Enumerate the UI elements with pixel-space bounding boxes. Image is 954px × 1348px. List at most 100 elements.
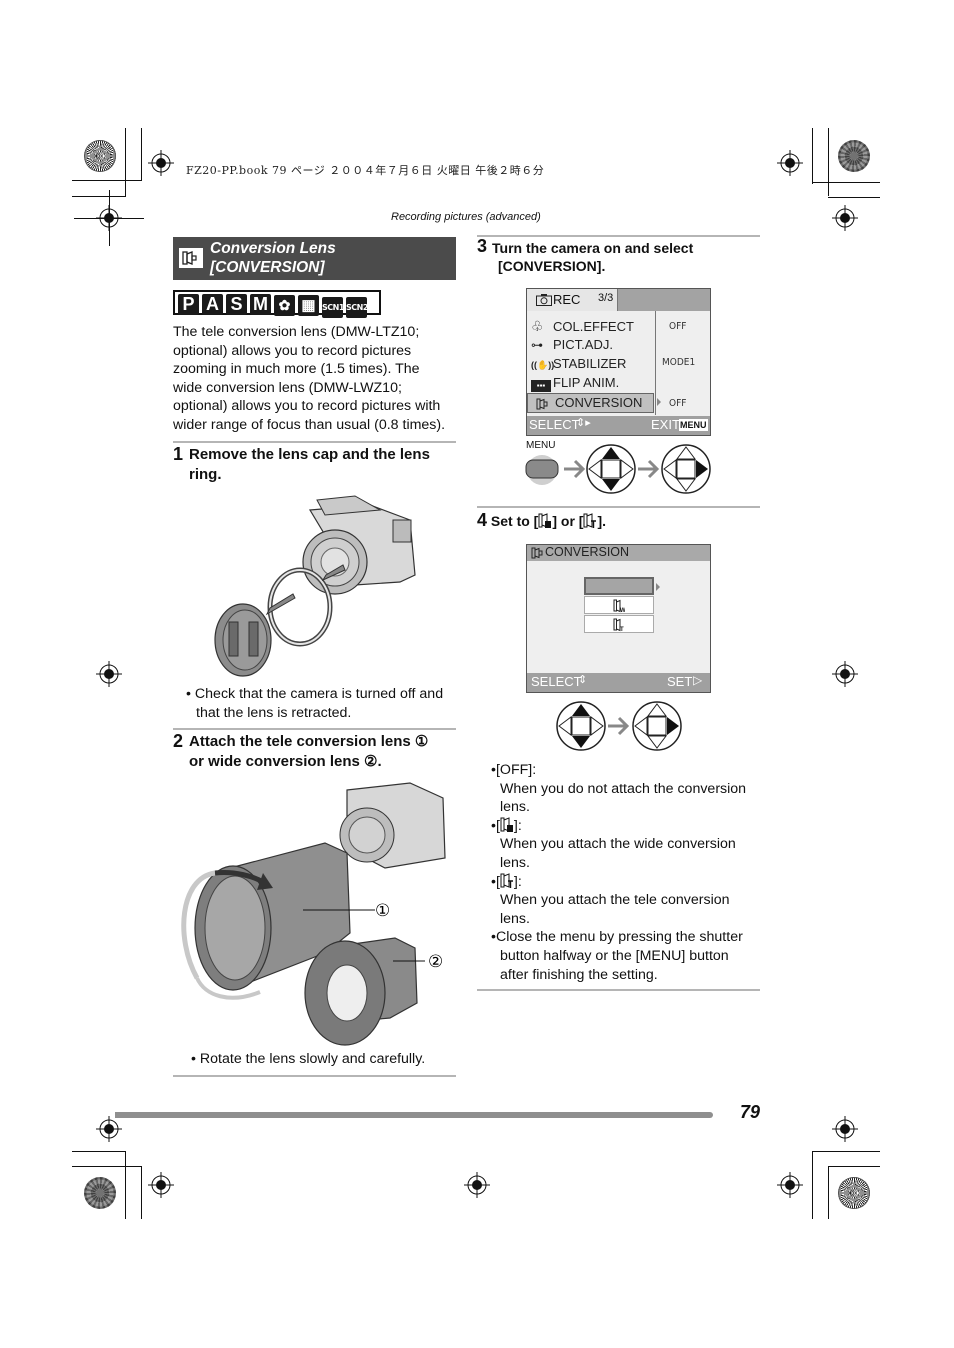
menu-item-stabilizer[interactable]: ((✋))STABILIZER	[531, 356, 626, 371]
step-2: 2 Attach the tele conversion lens ① or w…	[173, 731, 463, 772]
up-down-icon: ⇕	[578, 674, 588, 686]
intro-line: wider range of focus than usual (0.8 tim…	[173, 416, 446, 433]
svg-text:W: W	[620, 608, 625, 613]
cursor-pad-right-icon	[661, 444, 711, 494]
callout-1: ①	[375, 901, 390, 921]
step-text: Remove the lens cap and the lens	[189, 446, 430, 463]
section-title-line1: Conversion Lens	[210, 240, 336, 257]
conversion-menu-header: CONVERSION	[527, 545, 710, 561]
step-number: 1	[173, 444, 184, 464]
note-text: that the lens is retracted.	[196, 704, 352, 721]
divider	[173, 441, 456, 443]
registration-mark-icon	[96, 661, 122, 687]
registration-mark-icon	[148, 1172, 174, 1198]
menu-button-icon	[525, 459, 559, 479]
conversion-lens-icon	[536, 398, 548, 410]
menu-item-label: PICT.ADJ.	[553, 337, 613, 352]
note-wide: •[]: When you attach the wide conversion…	[491, 817, 766, 873]
registration-mark-icon	[96, 1116, 122, 1142]
step-text: [CONVERSION].	[498, 258, 606, 274]
print-file-header: FZ20-PP.book 79 ページ ２００４年７月６日 火曜日 午後２時６分	[186, 164, 545, 177]
step-text: or wide conversion lens ②.	[189, 753, 382, 770]
flip-anim-icon: ▪▪▪	[531, 380, 551, 392]
attach-conversion-lens-illustration: ① ②	[181, 782, 446, 1046]
note-body: lens.	[500, 854, 530, 871]
intro-line: optional) allows you to record pictures …	[173, 398, 441, 415]
crop-line	[141, 128, 142, 180]
menu-item-value: OFF	[669, 321, 687, 332]
wide-option[interactable]: W	[584, 596, 654, 614]
rec-menu-footer: SELECT ⇕▸ EXIT MENU	[527, 416, 710, 435]
stabilizer-icon: ((✋))	[531, 360, 555, 370]
intro-line: optional) allows you to record pictures	[173, 342, 412, 359]
registration-rosette-icon	[838, 140, 870, 172]
note-body: button halfway or the [MENU] button	[500, 947, 729, 964]
menu-item-conversion[interactable]: CONVERSION	[527, 393, 654, 413]
note-text: Rotate the lens slowly and carefully.	[199, 1051, 426, 1067]
intro-paragraph: The tele conversion lens (DMW-LTZ10; opt…	[173, 323, 463, 435]
callout-2: ②	[428, 952, 443, 972]
registration-mark-icon	[777, 1172, 803, 1198]
off-option[interactable]	[584, 577, 654, 595]
step4-controls-illustration	[556, 701, 682, 751]
option-notes: • [OFF]: When you do not attach the conve…	[491, 761, 766, 984]
scene2-icon: SCN2	[346, 297, 368, 318]
note-body: lens.	[500, 799, 530, 816]
menu-item-value: OFF	[669, 398, 687, 409]
menu-item-pict-adj[interactable]: ⊶ PICT.ADJ.	[531, 337, 613, 352]
divider	[173, 1075, 456, 1077]
intro-line: zooming in much more (1.5 times). The	[173, 361, 420, 378]
note-off: •[OFF]: When you do not attach the conve…	[491, 761, 766, 817]
wide-conversion-icon	[538, 513, 552, 528]
cursor-pad-right-icon	[632, 701, 682, 751]
step-number: 4	[477, 510, 488, 530]
shutter-priority-icon: S	[226, 294, 247, 315]
conversion-menu-screen: CONVERSION W T SELECT ⇕ SET ▷	[526, 544, 711, 693]
section-title-line2: [CONVERSION]	[210, 259, 325, 276]
note-head: [OFF]:	[495, 762, 537, 778]
note-text: Check that the camera is turned off and	[194, 686, 444, 702]
menu-item-flip-anim[interactable]: ▪▪▪ FLIP ANIM.	[531, 375, 619, 392]
exit-label: EXIT	[651, 417, 680, 432]
tele-option[interactable]: T	[584, 615, 654, 633]
divider	[477, 989, 760, 991]
step-4: 4 Set to [] or [].	[477, 510, 607, 530]
remove-lens-cap-illustration	[214, 495, 416, 677]
step-3: 3 Turn the camera on and select [CONVERS…	[477, 236, 767, 275]
page-number: 79	[740, 1102, 761, 1122]
registration-mark-icon	[777, 150, 803, 176]
bullet: •	[191, 1051, 200, 1067]
rec-tab[interactable]: REC 3/3	[527, 289, 618, 311]
menu-item-col-effect[interactable]: ♧ COL.EFFECT	[531, 318, 634, 335]
registration-mark-icon	[832, 1116, 858, 1142]
program-mode-icon: P	[178, 294, 199, 315]
conversion-menu-title: CONVERSION	[545, 545, 630, 559]
note-body: after finishing the setting.	[500, 966, 658, 983]
step-2-note: • Rotate the lens slowly and carefully.	[191, 1050, 425, 1069]
bullet: •	[186, 686, 195, 702]
menu-badge: MENU	[679, 419, 708, 431]
cursor-pad-up-down-icon	[586, 444, 636, 494]
crop-line	[125, 128, 126, 196]
arrow-right-icon	[564, 459, 586, 479]
intro-line: wide conversion lens (DMW-LWZ10;	[173, 379, 402, 396]
step-text: Turn the camera on and select	[492, 240, 694, 256]
right-arrow-icon: ▷	[693, 673, 703, 687]
crop-line	[72, 196, 126, 197]
wide-conversion-icon: W	[613, 599, 626, 614]
divider	[173, 728, 456, 730]
arrow-right-icon	[638, 459, 660, 479]
menu-item-label: FLIP ANIM.	[553, 375, 620, 390]
intro-line: The tele conversion lens (DMW-LTZ10;	[173, 324, 420, 340]
note-body: When you attach the wide conversion	[500, 836, 736, 853]
note-body: When you attach the tele conversion	[500, 892, 730, 909]
scene1-icon: SCN1	[322, 297, 344, 318]
select-label: SELECT	[531, 674, 582, 689]
up-down-right-icon: ⇕▸	[576, 417, 591, 429]
note-body: When you do not attach the conversion	[500, 780, 747, 797]
step-number: 3	[477, 236, 488, 256]
bullet: •	[491, 817, 496, 834]
wide-conversion-icon	[500, 817, 513, 832]
color-effect-icon: ♧	[531, 318, 544, 334]
step-number: 2	[173, 731, 184, 751]
